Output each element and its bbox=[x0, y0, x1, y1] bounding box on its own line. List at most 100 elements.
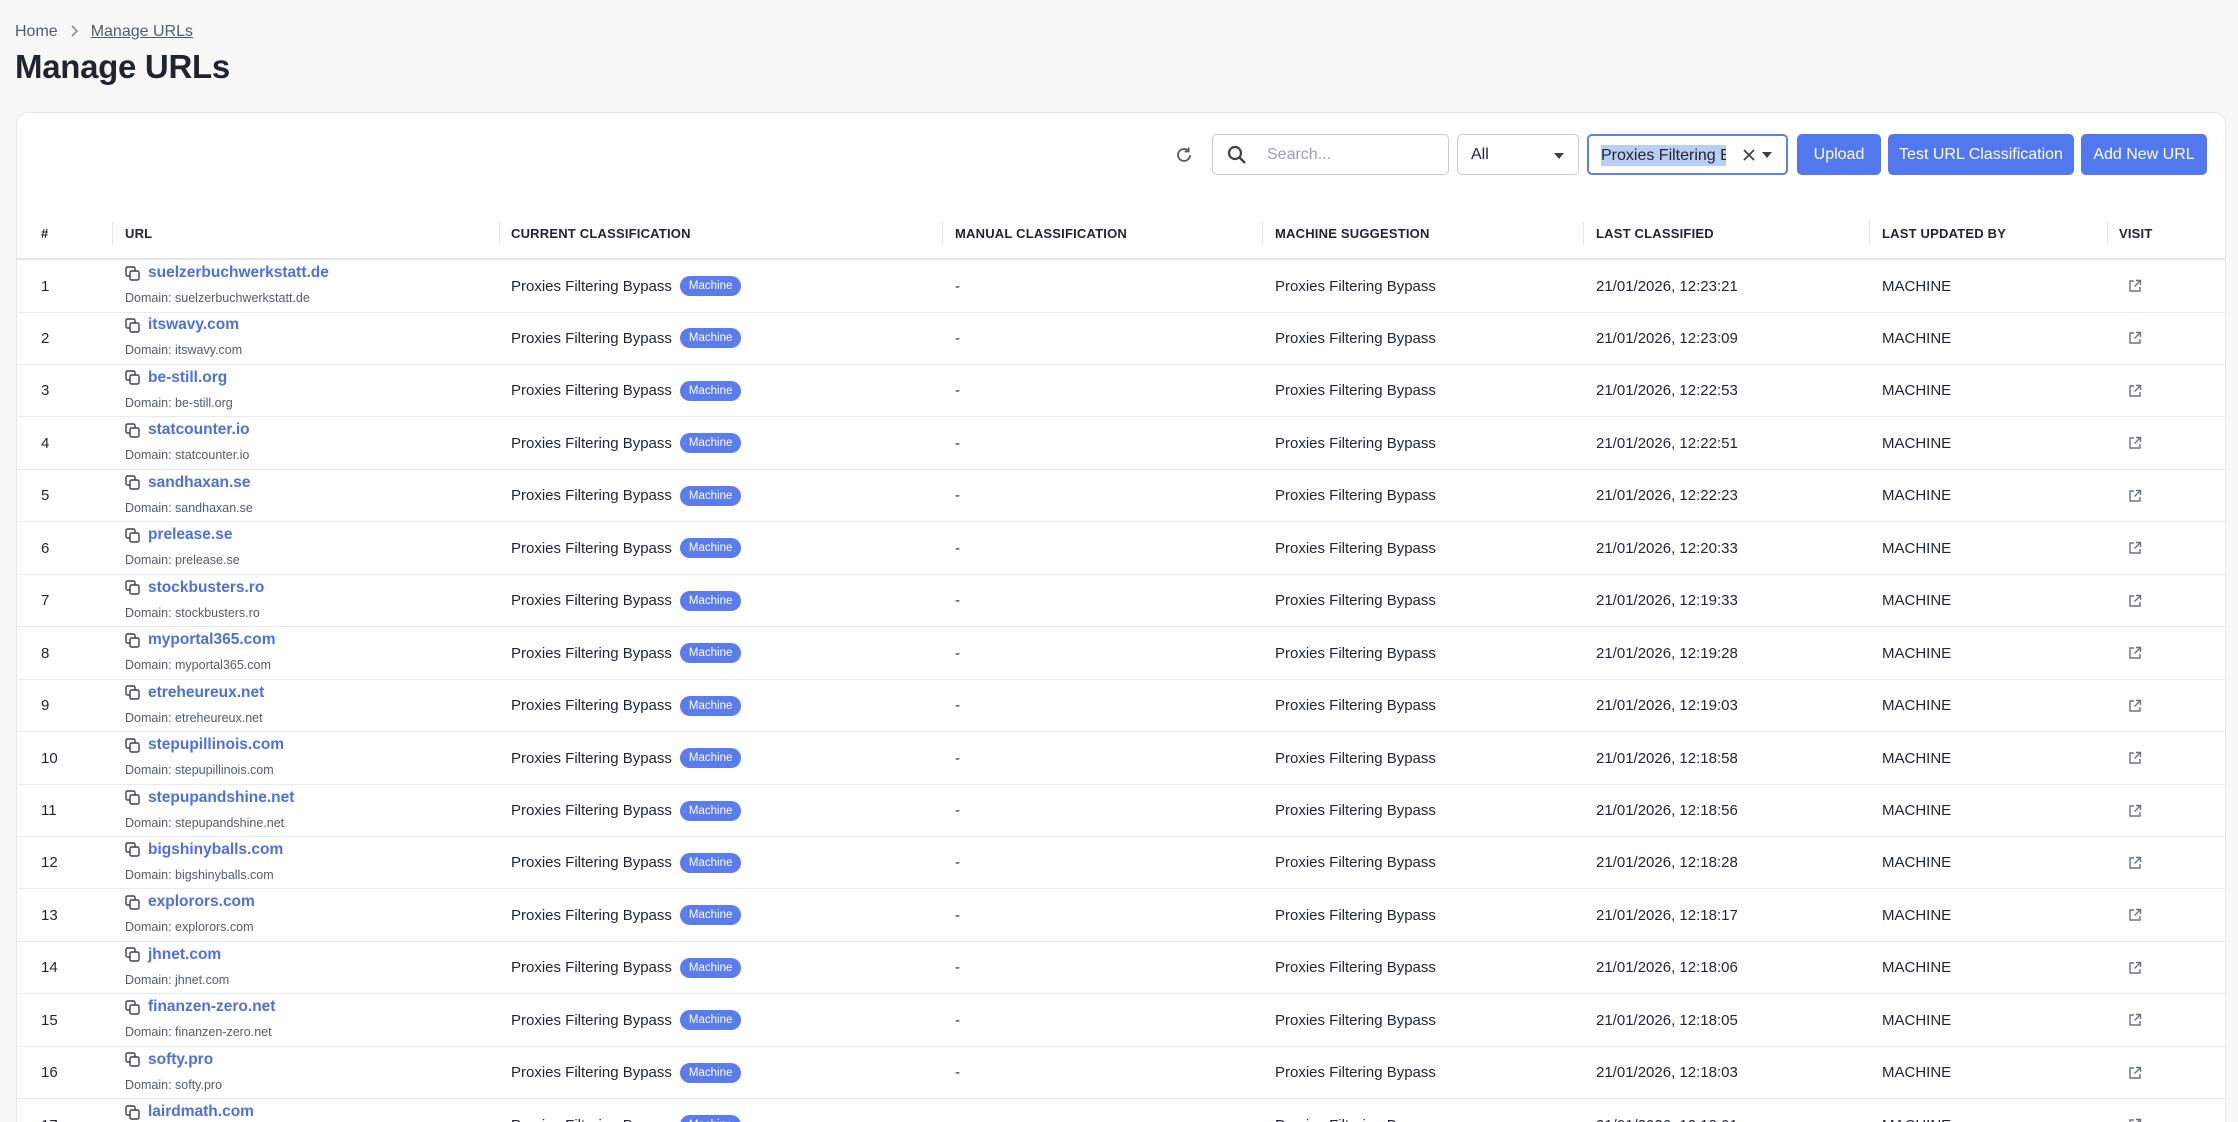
upload-button[interactable]: Upload bbox=[1797, 134, 1881, 175]
current-classification-cell: Proxies Filtering Bypass Machine bbox=[511, 312, 742, 364]
search-field[interactable] bbox=[1212, 134, 1449, 175]
copy-icon[interactable] bbox=[125, 423, 140, 438]
table-row: 4 statcounter.io Domain: statcounter.io … bbox=[17, 417, 2225, 470]
machine-badge: Machine bbox=[679, 748, 742, 769]
last-classified: 21/01/2026, 12:19:33 bbox=[1596, 592, 1738, 610]
test-url-classification-button[interactable]: Test URL Classification bbox=[1888, 134, 2074, 175]
external-link-icon[interactable] bbox=[2128, 417, 2142, 469]
url-link[interactable]: stockbusters.ro bbox=[148, 579, 264, 597]
url-link[interactable]: stepupillinois.com bbox=[148, 736, 284, 754]
current-classification-cell: Proxies Filtering Bypass Machine bbox=[511, 260, 742, 312]
url-link[interactable]: finanzen-zero.net bbox=[148, 998, 275, 1016]
row-number: 3 bbox=[41, 382, 50, 400]
url-link[interactable]: prelease.se bbox=[148, 526, 232, 544]
url-link[interactable]: itswavy.com bbox=[148, 316, 239, 334]
url-link[interactable]: bigshinyballs.com bbox=[148, 841, 283, 859]
row-number: 2 bbox=[41, 329, 50, 347]
external-link-icon[interactable] bbox=[2128, 889, 2142, 941]
copy-icon[interactable] bbox=[125, 1000, 140, 1015]
external-link-icon[interactable] bbox=[2128, 837, 2142, 889]
copy-icon[interactable] bbox=[125, 895, 140, 910]
refresh-icon[interactable] bbox=[1172, 143, 1196, 167]
external-link-icon[interactable] bbox=[2128, 1099, 2142, 1122]
machine-badge: Machine bbox=[679, 590, 742, 611]
external-link-icon[interactable] bbox=[2128, 470, 2142, 522]
row-number: 8 bbox=[41, 644, 50, 662]
breadcrumb-current[interactable]: Manage URLs bbox=[91, 23, 193, 41]
classification-select[interactable]: Proxies Filtering Bypass bbox=[1587, 134, 1788, 175]
url-link[interactable]: lairdmath.com bbox=[148, 1103, 254, 1121]
url-link[interactable]: explorors.com bbox=[148, 893, 255, 911]
add-new-url-button[interactable]: Add New URL bbox=[2081, 134, 2207, 175]
header-manual-classification[interactable]: MANUAL CLASSIFICATION bbox=[955, 207, 1127, 260]
manual-classification: - bbox=[955, 906, 960, 924]
copy-icon[interactable] bbox=[125, 842, 140, 858]
copy-icon[interactable] bbox=[125, 947, 140, 963]
url-link[interactable]: jhnet.com bbox=[148, 946, 221, 964]
last-updated-by: MACHINE bbox=[1882, 697, 1952, 715]
header-visit: VISIT bbox=[2119, 226, 2153, 241]
machine-badge: Machine bbox=[679, 1062, 742, 1083]
last-updated-by: MACHINE bbox=[1882, 1011, 1952, 1029]
url-link[interactable]: myportal365.com bbox=[148, 631, 276, 649]
machine-badge: Machine bbox=[679, 852, 742, 873]
current-classification-cell: Proxies Filtering Bypass Machine bbox=[511, 522, 742, 574]
external-link-icon[interactable] bbox=[2128, 942, 2142, 994]
url-link[interactable]: etreheureux.net bbox=[148, 684, 264, 702]
copy-icon[interactable] bbox=[125, 1052, 140, 1067]
copy-icon[interactable] bbox=[125, 265, 140, 281]
external-link-icon[interactable] bbox=[2128, 365, 2142, 417]
copy-icon[interactable] bbox=[125, 737, 140, 753]
header-current-classification[interactable]: CURRENT CLASSIFICATION bbox=[511, 207, 691, 260]
last-classified: 21/01/2026, 12:22:23 bbox=[1596, 487, 1738, 505]
machine-suggestion: Proxies Filtering Bypass bbox=[1275, 802, 1436, 819]
header-divider bbox=[1869, 221, 1870, 245]
clear-icon[interactable] bbox=[1741, 147, 1757, 168]
machine-badge: Machine bbox=[679, 485, 742, 506]
current-classification: Proxies Filtering Bypass bbox=[511, 434, 672, 452]
table-row: 16 softy.pro Domain: softy.pro Proxies F… bbox=[17, 1047, 2225, 1100]
external-link-icon[interactable] bbox=[2128, 627, 2142, 679]
copy-icon[interactable] bbox=[125, 318, 140, 333]
copy-icon[interactable] bbox=[125, 685, 140, 700]
external-link-icon[interactable] bbox=[2128, 260, 2142, 312]
url-link[interactable]: stepupandshine.net bbox=[148, 789, 294, 807]
external-link-icon[interactable] bbox=[2128, 522, 2142, 574]
machine-badge: Machine bbox=[679, 433, 742, 454]
header-last-classified[interactable]: LAST CLASSIFIED bbox=[1596, 207, 1714, 260]
header-machine-suggestion[interactable]: MACHINE SUGGESTION bbox=[1275, 207, 1430, 260]
copy-icon[interactable] bbox=[125, 528, 140, 543]
external-link-icon[interactable] bbox=[2128, 680, 2142, 732]
url-link[interactable]: softy.pro bbox=[148, 1051, 213, 1069]
copy-icon[interactable] bbox=[125, 475, 140, 490]
machine-suggestion: Proxies Filtering Bypass bbox=[1275, 854, 1436, 872]
last-updated-by: MACHINE bbox=[1882, 1099, 1951, 1122]
external-link-icon[interactable] bbox=[2128, 785, 2142, 837]
external-link-icon[interactable] bbox=[2128, 312, 2142, 364]
breadcrumb-home[interactable]: Home bbox=[15, 23, 58, 41]
header-number[interactable]: # bbox=[41, 207, 48, 260]
url-link[interactable]: sandhaxan.se bbox=[148, 474, 251, 492]
external-link-icon[interactable] bbox=[2128, 732, 2142, 784]
url-domain: Domain: bigshinyballs.com bbox=[125, 867, 274, 882]
header-divider bbox=[1583, 221, 1584, 245]
copy-icon[interactable] bbox=[125, 580, 140, 595]
machine-suggestion: Proxies Filtering Bypass bbox=[1275, 382, 1436, 400]
url-link[interactable]: statcounter.io bbox=[148, 421, 250, 439]
copy-icon[interactable] bbox=[125, 790, 140, 805]
url-link[interactable]: suelzerbuchwerkstatt.de bbox=[148, 264, 329, 282]
copy-icon[interactable] bbox=[125, 632, 140, 648]
copy-icon[interactable] bbox=[125, 370, 140, 386]
header-last-updated-by[interactable]: LAST UPDATED BY bbox=[1882, 207, 2006, 260]
row-number: 15 bbox=[41, 1011, 58, 1029]
current-classification: Proxies Filtering Bypass bbox=[511, 329, 672, 347]
search-input[interactable] bbox=[1267, 135, 1437, 174]
external-link-icon[interactable] bbox=[2128, 575, 2142, 627]
external-link-icon[interactable] bbox=[2128, 994, 2142, 1046]
copy-icon[interactable] bbox=[125, 1104, 140, 1120]
url-link[interactable]: be-still.org bbox=[148, 369, 227, 387]
filter-select-all[interactable]: All bbox=[1457, 134, 1579, 175]
manual-classification: - bbox=[955, 749, 960, 767]
header-url[interactable]: URL bbox=[125, 207, 152, 260]
external-link-icon[interactable] bbox=[2128, 1047, 2142, 1099]
